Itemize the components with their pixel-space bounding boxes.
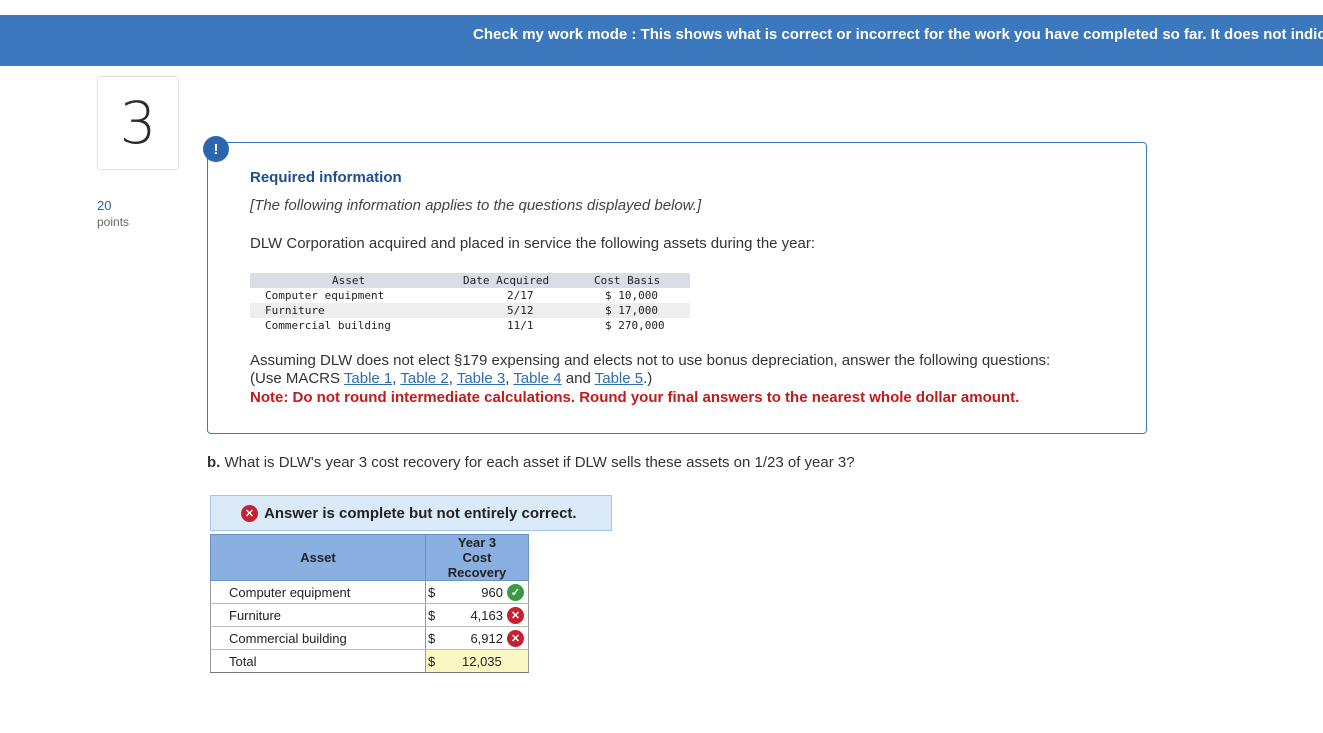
table-4-link[interactable]: Table 4	[513, 370, 561, 387]
use-suffix: .)	[643, 370, 653, 387]
asset-data-table: Asset Date Acquired Cost Basis Computer …	[250, 273, 690, 333]
total-label: Total	[210, 649, 426, 673]
and-text: and	[561, 370, 595, 387]
question-number[interactable]: 3	[97, 76, 179, 170]
answer-status-text: Answer is complete but not entirely corr…	[264, 504, 577, 522]
asset-name: Commercial building	[265, 319, 391, 332]
asset-table-header: Asset Date Acquired Cost Basis	[250, 273, 690, 288]
table-1-link[interactable]: Table 1	[344, 370, 392, 387]
x-circle-icon: ✕	[507, 607, 524, 624]
cost-basis: $ 270,000	[605, 319, 665, 332]
currency-sign: $	[428, 608, 436, 623]
points-label: points	[97, 215, 130, 229]
answer-value: 960	[481, 585, 503, 600]
total-value-cell: $ 12,035	[425, 649, 529, 673]
use-prefix: (Use MACRS	[250, 370, 344, 387]
check-circle-icon: ✓	[507, 584, 524, 601]
separator: ,	[448, 370, 457, 387]
table-2-link[interactable]: Table 2	[400, 370, 448, 387]
cost-recovery-input[interactable]: $ 960 ✓	[425, 580, 529, 604]
cost-basis: $ 10,000	[605, 289, 658, 302]
question-b: b. What is DLW's year 3 cost recovery fo…	[207, 454, 855, 471]
asset-name: Computer equipment	[265, 289, 385, 302]
x-circle-icon: ✕	[241, 504, 258, 522]
cost-recovery-input[interactable]: $ 4,163 ✕	[425, 603, 529, 627]
required-information-panel: Required information [The following info…	[207, 142, 1147, 434]
table-row: Furniture $ 4,163 ✕	[210, 603, 529, 627]
asset-cell: Commercial building	[210, 626, 426, 650]
header-line: Year 3	[457, 535, 497, 550]
asset-cell: Furniture	[210, 603, 426, 627]
asset-table-row: Furniture 5/12 $ 17,000	[250, 303, 690, 318]
currency-sign: $	[428, 631, 436, 646]
answer-header-recovery: Year 3 Cost Recovery	[425, 534, 529, 581]
check-my-work-banner: Check my work mode : This shows what is …	[0, 15, 1323, 66]
macrs-tables-line: (Use MACRS Table 1, Table 2, Table 3, Ta…	[250, 370, 652, 387]
question-text: What is DLW's year 3 cost recovery for e…	[220, 454, 855, 471]
asset-name: Furniture	[265, 304, 325, 317]
asset-table-row: Commercial building 11/1 $ 270,000	[250, 318, 690, 333]
table-row: Commercial building $ 6,912 ✕	[210, 626, 529, 650]
answer-value: 6,912	[470, 631, 503, 646]
date-acquired-header: Date Acquired	[463, 274, 550, 287]
date-acquired: 2/17	[507, 289, 534, 302]
date-acquired: 5/12	[507, 304, 534, 317]
banner-text: Check my work mode : This shows what is …	[473, 26, 1323, 43]
header-line: Cost	[462, 550, 492, 565]
x-circle-icon: ✕	[507, 630, 524, 647]
total-row: Total $ 12,035	[210, 649, 529, 673]
required-info-title: Required information	[250, 169, 402, 186]
answer-value: 4,163	[470, 608, 503, 623]
table-row: Computer equipment $ 960 ✓	[210, 580, 529, 604]
cost-basis: $ 17,000	[605, 304, 658, 317]
asset-cell: Computer equipment	[210, 580, 426, 604]
table-5-link[interactable]: Table 5	[595, 370, 643, 387]
answer-header-asset: Asset	[210, 534, 426, 581]
asset-header: Asset	[332, 274, 366, 287]
header-line: Recovery	[447, 565, 507, 580]
info-applies-note: [The following information applies to th…	[250, 197, 702, 214]
alert-icon: !	[203, 136, 229, 162]
rounding-note: Note: Do not round intermediate calculat…	[250, 389, 1020, 406]
assumption-text: Assuming DLW does not elect §179 expensi…	[250, 352, 1051, 369]
question-letter: b.	[207, 454, 221, 471]
answer-table: Asset Year 3 Cost Recovery Computer equi…	[210, 534, 529, 673]
asset-table-row: Computer equipment 2/17 $ 10,000	[250, 288, 690, 303]
currency-sign: $	[428, 585, 436, 600]
table-3-link[interactable]: Table 3	[457, 370, 505, 387]
cost-recovery-input[interactable]: $ 6,912 ✕	[425, 626, 529, 650]
total-value: 12,035	[462, 654, 502, 669]
info-description: DLW Corporation acquired and placed in s…	[250, 235, 816, 252]
answer-status-banner: ✕ Answer is complete but not entirely co…	[210, 495, 612, 531]
date-acquired: 11/1	[507, 319, 534, 332]
currency-sign: $	[428, 654, 436, 669]
cost-basis-header: Cost Basis	[594, 274, 661, 287]
points-value: 20	[97, 198, 112, 213]
